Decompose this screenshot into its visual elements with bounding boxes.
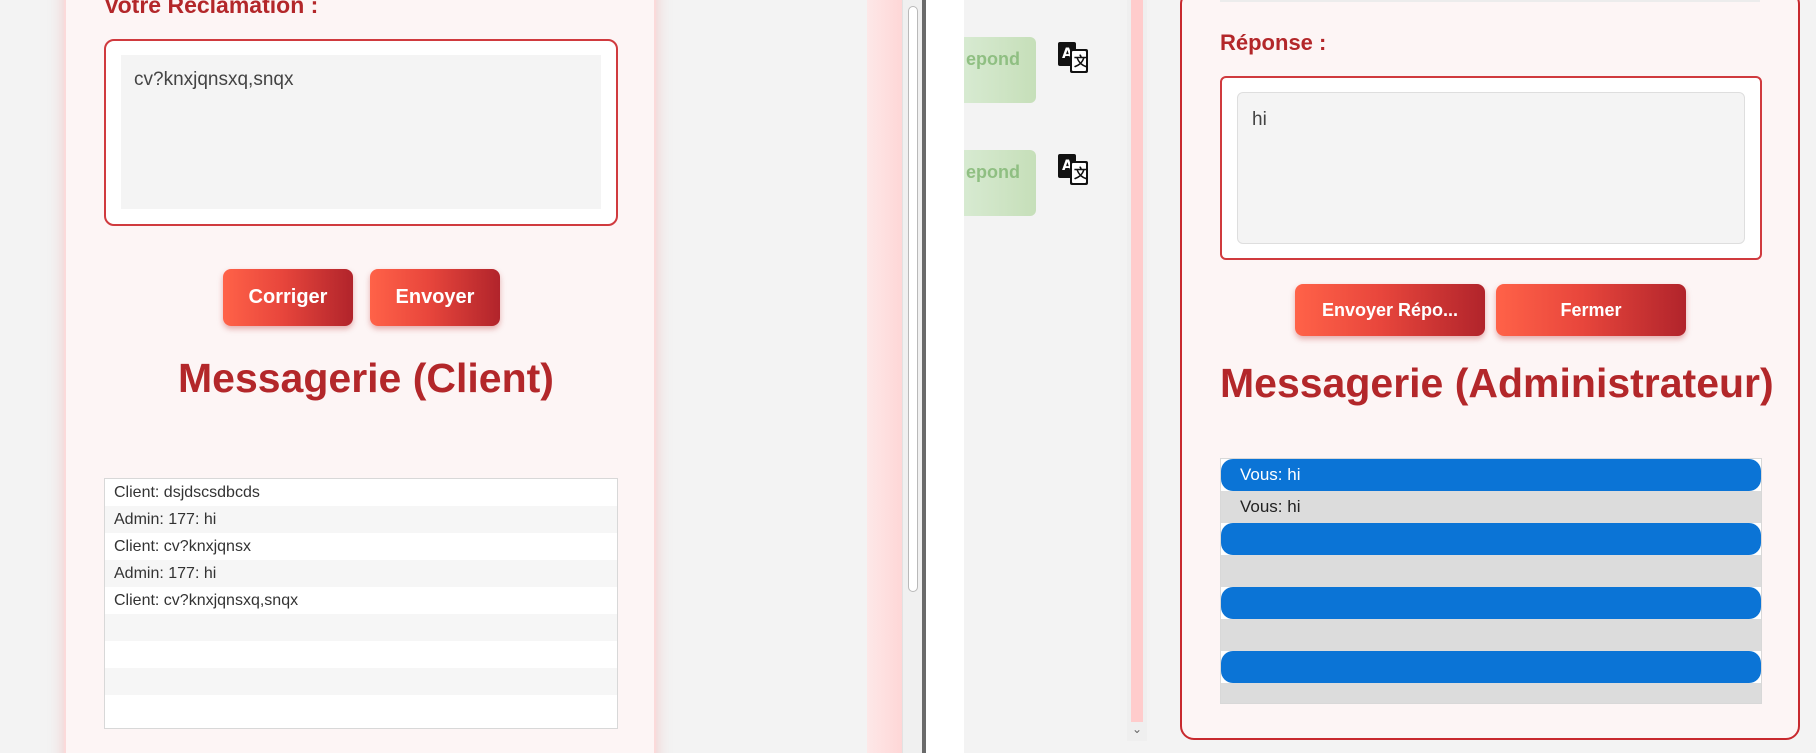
- message-row: Vous: hi: [1221, 491, 1761, 523]
- message-row: Client: cv?knxjqnsxq,snqx: [114, 592, 299, 609]
- corriger-button[interactable]: Corriger: [223, 269, 353, 326]
- message-row: [105, 668, 617, 695]
- list-scroll-thumb[interactable]: [1131, 0, 1143, 722]
- reponse-textarea[interactable]: hi: [1237, 92, 1745, 244]
- left-scroll-thumb[interactable]: [908, 6, 918, 592]
- reclamation-label: Votre Reclamation :: [104, 0, 319, 18]
- admin-messagerie-title: Messagerie (Administrateur): [1220, 360, 1774, 406]
- admin-window: epond A 文 epond A 文 ⌄ Réponse : hi Envoy…: [964, 0, 1816, 753]
- left-scrollbar[interactable]: [902, 0, 922, 753]
- svg-text:文: 文: [1074, 54, 1088, 70]
- message-row: [105, 614, 617, 641]
- message-row: [1221, 555, 1761, 587]
- admin-reply-panel: Réponse : hi Envoyer Répo... Fermer Mess…: [1180, 0, 1800, 740]
- message-row: [1221, 523, 1761, 555]
- scroll-down-chevron-icon[interactable]: ⌄: [1129, 722, 1145, 738]
- client-message-list[interactable]: Client: dsjdscsdbcds Admin: 177: hi Clie…: [104, 478, 618, 729]
- divider: [1220, 0, 1760, 2]
- envoyer-reponse-button[interactable]: Envoyer Répo...: [1295, 284, 1485, 336]
- message-row: Client: dsjdscsdbcds: [114, 484, 260, 501]
- message-row: Admin: 177: hi: [105, 560, 617, 587]
- message-row: [1221, 619, 1761, 651]
- client-window: Votre Reclamation : cv?knxjqnsxq,snqx Co…: [0, 0, 922, 753]
- message-row: Client: cv?knxjqnsx: [114, 538, 251, 555]
- message-row: [1221, 683, 1761, 703]
- reclamation-list: epond A 文 epond A 文 ⌄: [964, 0, 1147, 741]
- client-messagerie-title: Messagerie (Client): [178, 355, 554, 401]
- message-row: Admin: 177: hi: [105, 506, 617, 533]
- message-row: [1221, 651, 1761, 683]
- message-row: [1221, 587, 1761, 619]
- translate-icon[interactable]: A 文: [1056, 152, 1090, 186]
- window-gap: [926, 0, 964, 753]
- svg-text:文: 文: [1074, 166, 1088, 182]
- reclamation-box: cv?knxjqnsxq,snqx: [104, 39, 618, 226]
- message-row: [105, 641, 617, 668]
- message-row: Vous: hi: [1221, 459, 1761, 491]
- envoyer-button[interactable]: Envoyer: [370, 269, 500, 326]
- fermer-button[interactable]: Fermer: [1496, 284, 1686, 336]
- repond-button[interactable]: epond: [964, 37, 1036, 103]
- reponse-label: Réponse :: [1220, 30, 1327, 55]
- reponse-box: hi: [1220, 76, 1762, 260]
- translate-icon[interactable]: A 文: [1056, 40, 1090, 74]
- client-panel: Votre Reclamation : cv?knxjqnsxq,snqx Co…: [64, 0, 656, 753]
- admin-message-list[interactable]: Vous: hi Vous: hi: [1220, 458, 1762, 704]
- repond-button[interactable]: epond: [964, 150, 1036, 216]
- reclamation-textarea[interactable]: cv?knxjqnsxq,snqx: [121, 55, 601, 209]
- message-row: [105, 695, 617, 722]
